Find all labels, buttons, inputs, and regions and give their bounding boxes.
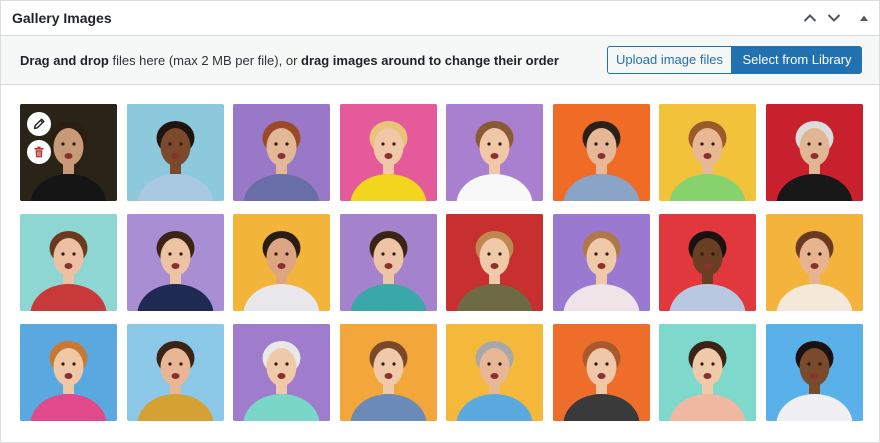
gallery-thumbnail[interactable] [553,214,650,311]
gallery-thumbnail[interactable] [553,104,650,201]
chevron-down-icon [827,14,841,22]
gallery-thumbnail[interactable] [127,214,224,311]
gallery-thumbnail[interactable] [659,104,756,201]
portrait-photo [766,214,863,311]
portrait-photo [766,324,863,421]
collapse-panel-button[interactable] [854,8,874,28]
upload-instructions: Drag and drop files here (max 2 MB per f… [20,53,559,68]
portrait-photo [127,214,224,311]
panel-title: Gallery Images [12,10,112,26]
gallery-thumbnail[interactable] [553,324,650,421]
portrait-photo [233,104,330,201]
portrait-photo [340,104,437,201]
select-from-library-button[interactable]: Select from Library [732,46,862,74]
move-up-button[interactable] [800,8,820,28]
gallery-thumbnail[interactable] [233,214,330,311]
gallery-thumbnail[interactable] [20,324,117,421]
triangle-up-icon [860,15,868,21]
gallery-thumbnail[interactable] [446,214,543,311]
gallery-thumbnail[interactable] [340,104,437,201]
edit-image-button[interactable] [27,112,51,136]
gallery-thumbnail[interactable] [446,324,543,421]
gallery-thumbnail[interactable] [20,104,117,201]
portrait-photo [553,214,650,311]
portrait-photo [127,104,224,201]
portrait-photo [659,214,756,311]
gallery-thumbnail[interactable] [127,324,224,421]
gallery-thumbnail[interactable] [659,214,756,311]
gallery-thumbnail[interactable] [340,214,437,311]
gallery-thumbnail[interactable] [233,104,330,201]
instructions-reorder: drag images around to change their order [301,53,559,68]
pencil-icon [33,118,45,130]
portrait-photo [446,324,543,421]
gallery-thumbnail[interactable] [766,104,863,201]
gallery-thumbnail[interactable] [20,214,117,311]
gallery-thumbnail[interactable] [340,324,437,421]
panel-header: Gallery Images [1,1,879,36]
portrait-photo [233,324,330,421]
portrait-photo [20,214,117,311]
instructions-middle: files here (max 2 MB per file), or [108,53,302,68]
gallery-thumbnail[interactable] [127,104,224,201]
portrait-photo [446,214,543,311]
portrait-photo [659,324,756,421]
portrait-photo [659,104,756,201]
portrait-photo [766,104,863,201]
delete-image-button[interactable] [27,140,51,164]
instructions-drag-drop: Drag and drop [20,53,109,68]
gallery-thumbnail[interactable] [446,104,543,201]
portrait-photo [20,324,117,421]
gallery-thumbnail[interactable] [659,324,756,421]
portrait-photo [233,214,330,311]
portrait-photo [446,104,543,201]
chevron-up-icon [803,14,817,22]
upload-image-files-button[interactable]: Upload image files [607,46,732,74]
gallery-thumbnail[interactable] [766,324,863,421]
portrait-photo [340,214,437,311]
move-down-button[interactable] [824,8,844,28]
gallery-thumbnail[interactable] [233,324,330,421]
trash-icon [34,146,44,158]
gallery-images-panel: Gallery Images Drag and drop files here … [0,0,880,443]
upload-toolbar: Drag and drop files here (max 2 MB per f… [1,36,879,85]
portrait-photo [553,324,650,421]
gallery-thumbnail[interactable] [766,214,863,311]
portrait-photo [127,324,224,421]
portrait-photo [553,104,650,201]
portrait-photo [340,324,437,421]
